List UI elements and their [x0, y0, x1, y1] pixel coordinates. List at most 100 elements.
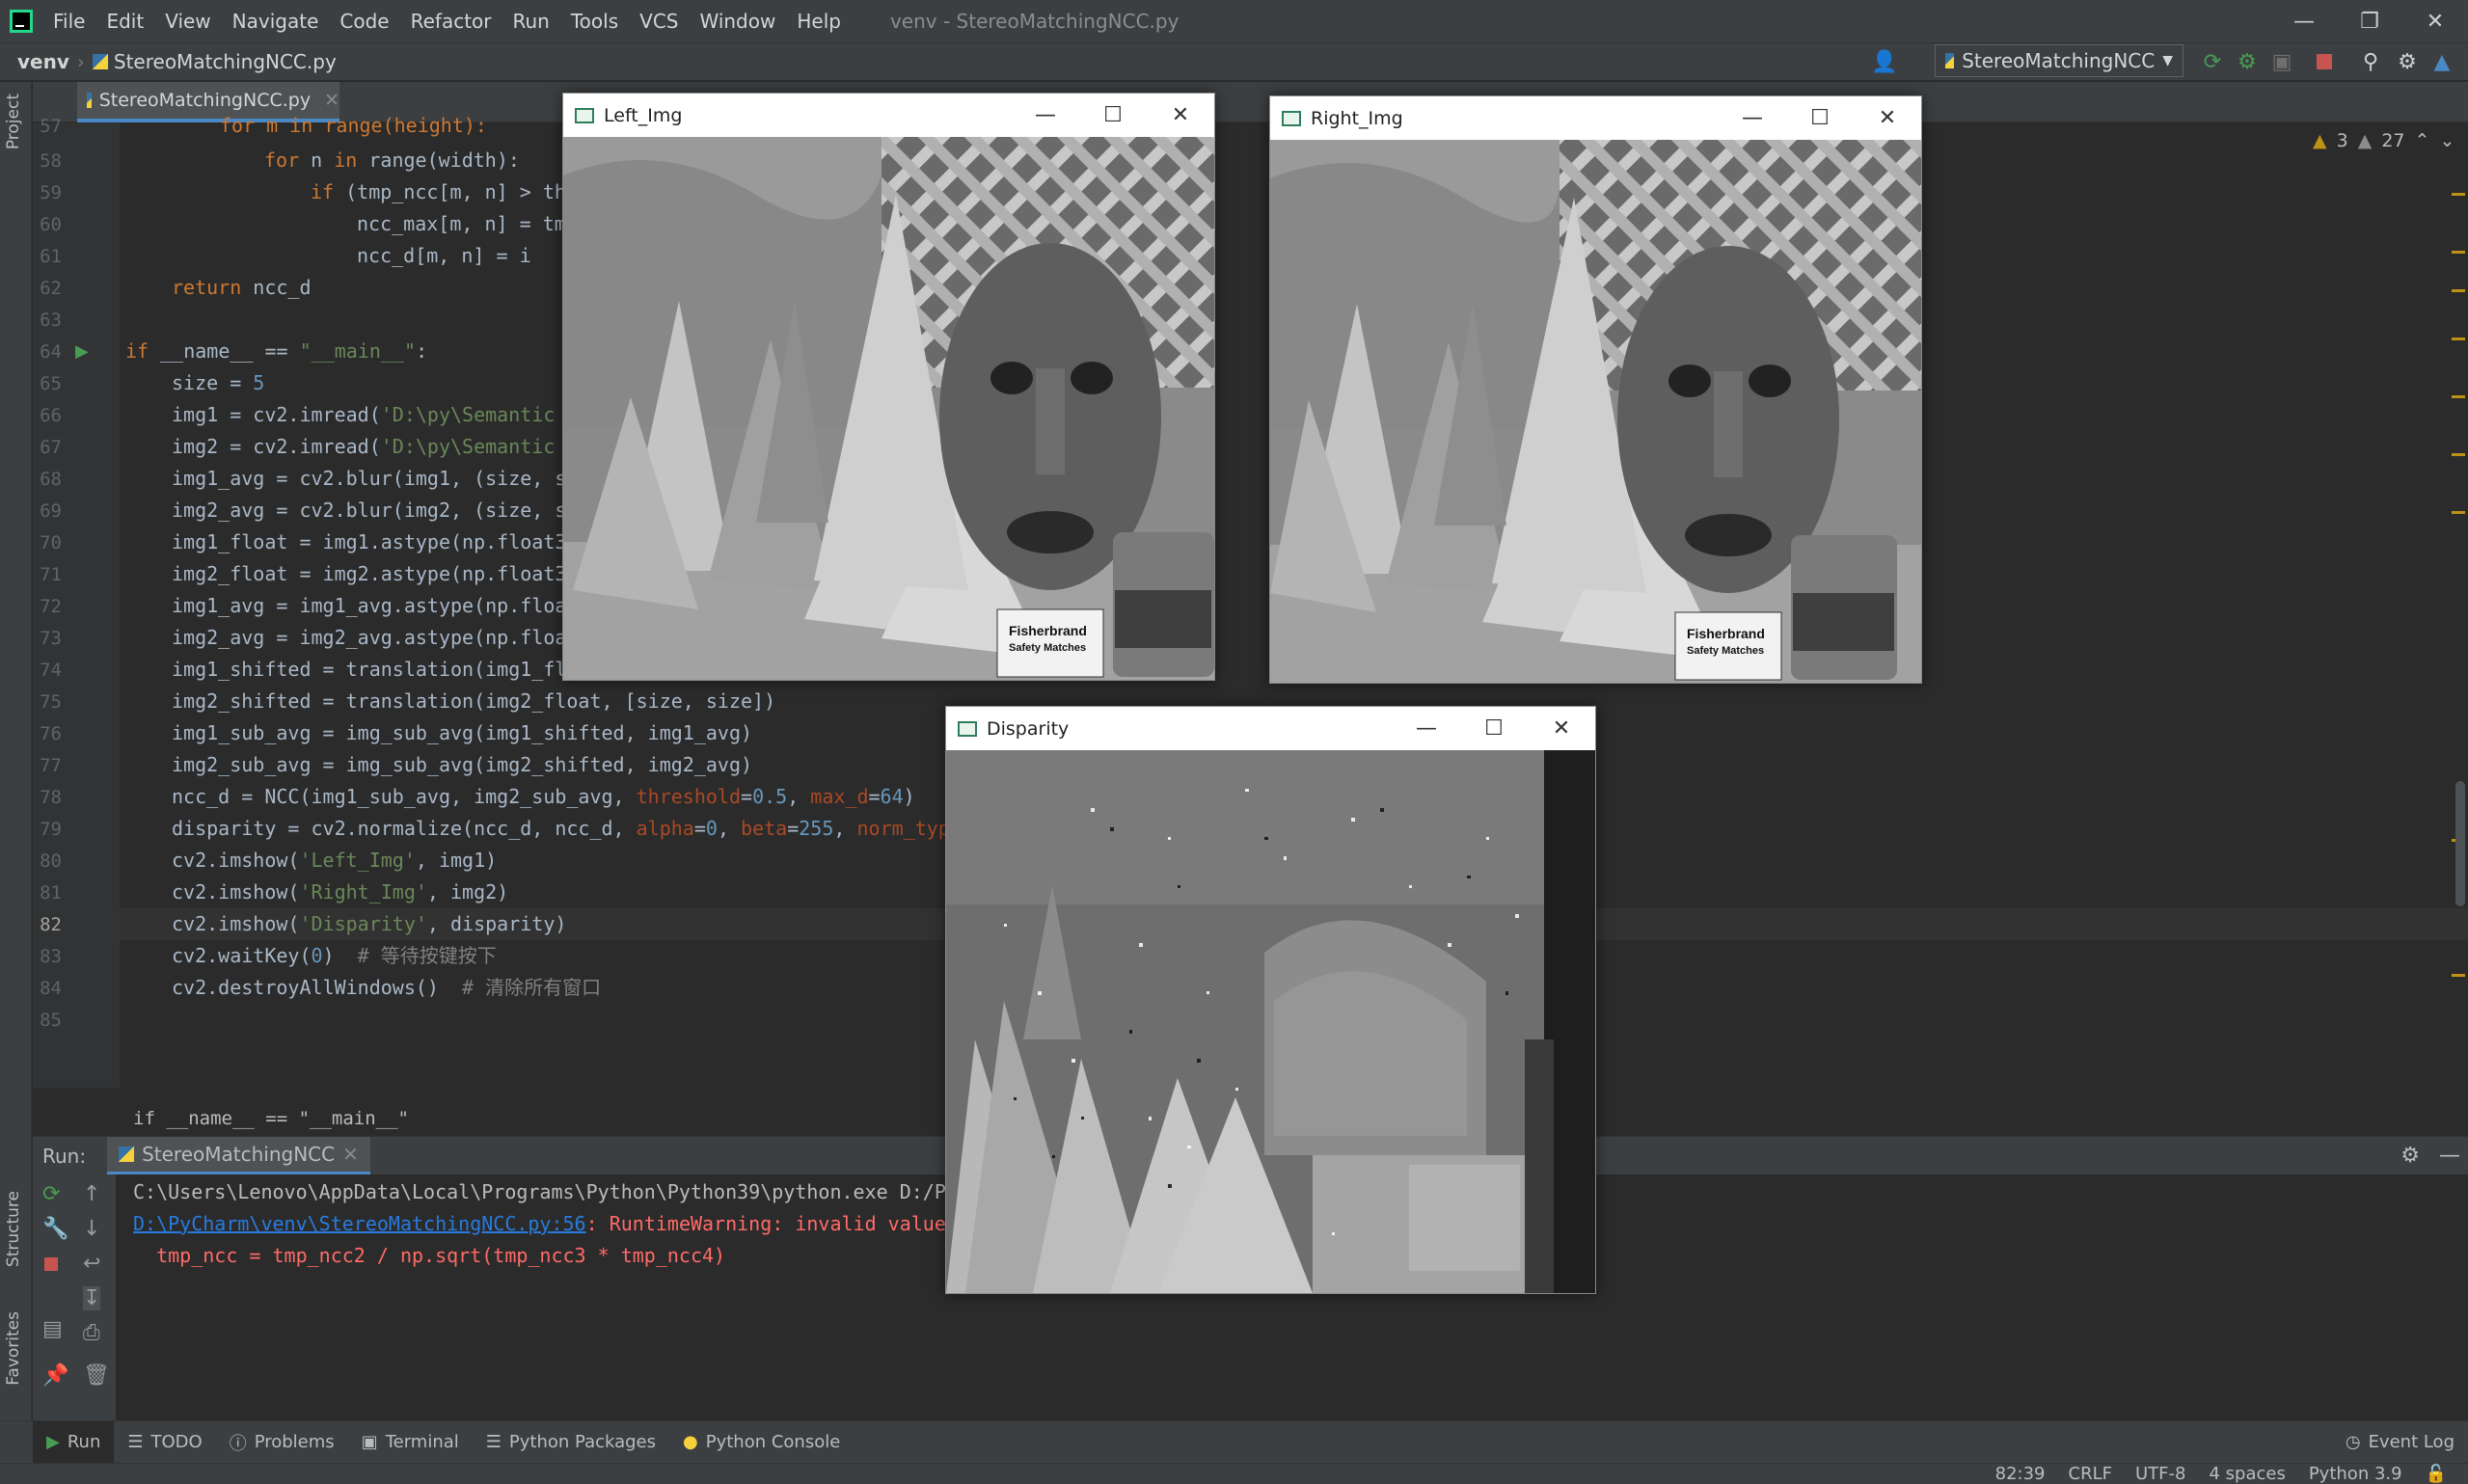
menu-run[interactable]: Run [502, 10, 560, 33]
minimize-button[interactable]: — [2271, 0, 2337, 42]
disparity-window[interactable]: Disparity — ☐ ✕ [945, 706, 1596, 1294]
warning-mark[interactable] [2452, 289, 2465, 292]
problems-tool-tab[interactable]: ⓘ Problems [216, 1421, 348, 1464]
warning-mark[interactable] [2452, 193, 2465, 196]
line-number: 79 [40, 819, 62, 840]
user-icon[interactable]: 👤 [1871, 48, 1898, 75]
close-tab-icon[interactable]: ✕ [342, 1143, 359, 1166]
run-tool-tab[interactable]: ▶ Run [33, 1420, 115, 1464]
breadcrumb-project[interactable]: venv [17, 50, 69, 73]
error-count: 3 [2336, 130, 2348, 151]
breadcrumb-file[interactable]: StereoMatchingNCC.py [114, 50, 337, 73]
stop-icon[interactable] [44, 1257, 58, 1271]
run-toolbar: ⟳ ↑ 🔧 ↓ ↩ ↧ ▤ ⎙ 📌 🗑 [33, 1174, 116, 1420]
line-number: 60 [40, 214, 62, 235]
soft-wrap-icon[interactable]: ↩ [83, 1252, 100, 1276]
code-line-64: if __name__ == "__main__": [125, 336, 427, 367]
menu-code[interactable]: Code [329, 10, 399, 33]
maximize-button[interactable]: ☐ [1079, 94, 1147, 137]
python-packages-tool-tab[interactable]: ☰ Python Packages [473, 1421, 669, 1464]
minimize-button[interactable]: — [1393, 707, 1460, 750]
line-separator[interactable]: CRLF [2057, 1464, 2124, 1484]
debug-icon[interactable]: ⚙ [2234, 48, 2261, 75]
menu-navigate[interactable]: Navigate [222, 10, 330, 33]
close-button[interactable]: ✕ [1854, 96, 1921, 140]
close-button[interactable]: ✕ [1147, 94, 1214, 137]
editor-scrollbar[interactable] [2455, 781, 2465, 906]
project-tool-button[interactable]: Project [4, 94, 23, 149]
warning-mark[interactable] [2452, 453, 2465, 456]
code-line-60: ncc_max[m, n] = tm [357, 208, 566, 240]
code-token: img2_avg = img2_avg.astype(np.floa [172, 626, 567, 649]
left-image-window[interactable]: Left_Img — ☐ ✕ Fisherbrand Safety Matche… [562, 93, 1215, 681]
trash-icon[interactable]: 🗑 [83, 1363, 110, 1388]
inspection-widget[interactable]: ▲ 3 ▲ 27 ⌃ ⌄ [2313, 130, 2454, 151]
menu-vcs[interactable]: VCS [629, 10, 689, 33]
layout-icon[interactable]: ▤ [42, 1317, 63, 1341]
pin-icon[interactable]: 📌 [42, 1363, 68, 1388]
run-gutter-icon[interactable]: ▶ [75, 341, 89, 362]
plugin-icon[interactable]: ▲ [2428, 48, 2455, 75]
close-button[interactable]: ✕ [1528, 707, 1595, 750]
minimize-button[interactable]: — [1012, 94, 1079, 137]
hide-panel-icon[interactable]: — [2439, 1144, 2460, 1168]
maximize-button[interactable]: ☐ [1460, 707, 1528, 750]
minimize-button[interactable]: — [1719, 96, 1786, 140]
lock-icon[interactable]: 🔓 [2414, 1464, 2458, 1484]
code-line-71: img2_float = img2.astype(np.float3 [172, 558, 566, 590]
run-configuration-selector[interactable]: StereoMatchingNCC ▼ [1935, 44, 2183, 77]
warning-mark[interactable] [2452, 974, 2465, 977]
indent-setting[interactable]: 4 spaces [2197, 1464, 2296, 1484]
python-packages-tool-label: Python Packages [508, 1432, 657, 1452]
settings-icon[interactable]: ⚙ [2394, 48, 2421, 75]
warning-mark[interactable] [2452, 337, 2465, 340]
menu-help[interactable]: Help [786, 10, 852, 33]
terminal-tool-label: Terminal [385, 1432, 459, 1452]
wrench-icon[interactable]: 🔧 [42, 1217, 68, 1241]
menu-window[interactable]: Window [689, 10, 786, 33]
rerun-icon[interactable]: ⟳ [2199, 48, 2226, 75]
caret-position[interactable]: 82:39 [1984, 1464, 2057, 1484]
event-log-tool-tab[interactable]: ◷ Event Log [2332, 1421, 2468, 1464]
menu-refactor[interactable]: Refactor [400, 10, 502, 33]
favorites-tool-button[interactable]: Favorites [4, 1311, 23, 1386]
python-interpreter[interactable]: Python 3.9 [2297, 1464, 2414, 1484]
todo-tool-tab[interactable]: ☰ TODO [114, 1421, 215, 1464]
console-file-link[interactable]: D:\PyCharm\venv\StereoMatchingNCC.py:56 [133, 1212, 586, 1235]
code-token: "__main__" [299, 339, 417, 363]
arrow-up-icon[interactable]: ↑ [83, 1182, 100, 1206]
python-console-tool-tab[interactable]: ● Python Console [669, 1421, 854, 1464]
right-image-window[interactable]: Right_Img — ☐ ✕ Fisherbrand Safety Match… [1269, 95, 1922, 684]
close-tab-icon[interactable]: ✕ [324, 90, 339, 111]
code-token: , disparity) [426, 912, 567, 935]
warning-mark[interactable] [2452, 395, 2465, 398]
print-icon[interactable]: ⎙ [83, 1321, 100, 1345]
warning-mark[interactable] [2452, 511, 2465, 514]
code-token: n [299, 148, 335, 172]
restore-button[interactable]: ❐ [2337, 0, 2402, 42]
menu-view[interactable]: View [154, 10, 221, 33]
line-number: 71 [40, 564, 62, 585]
code-line-57: for m in range(height): [220, 110, 487, 142]
run-tab[interactable]: StereoMatchingNCC ✕ [107, 1136, 370, 1175]
menu-file[interactable]: File [42, 10, 95, 33]
structure-tool-button[interactable]: Structure [4, 1191, 23, 1267]
menu-edit[interactable]: Edit [95, 10, 154, 33]
chevron-up-icon[interactable]: ⌃ [2415, 130, 2430, 151]
arrow-down-icon[interactable]: ↓ [83, 1217, 100, 1241]
rerun-icon[interactable]: ⟳ [42, 1182, 60, 1206]
search-icon[interactable]: ⚲ [2357, 48, 2384, 75]
warning-mark[interactable] [2452, 251, 2465, 254]
settings-icon[interactable]: ⚙ [2400, 1144, 2420, 1168]
code-token: size = [172, 371, 254, 394]
menu-tools[interactable]: Tools [560, 10, 629, 33]
chevron-down-icon[interactable]: ⌄ [2439, 130, 2454, 151]
scroll-to-end-icon[interactable]: ↧ [83, 1286, 101, 1310]
stop-icon[interactable] [2311, 48, 2338, 75]
terminal-tool-tab[interactable]: ▣ Terminal [348, 1421, 473, 1464]
code-token: 0 [311, 944, 323, 967]
file-encoding[interactable]: UTF-8 [2124, 1464, 2197, 1484]
close-button[interactable]: ✕ [2402, 0, 2468, 42]
coverage-icon[interactable]: ▣ [2268, 48, 2295, 75]
maximize-button[interactable]: ☐ [1786, 96, 1854, 140]
